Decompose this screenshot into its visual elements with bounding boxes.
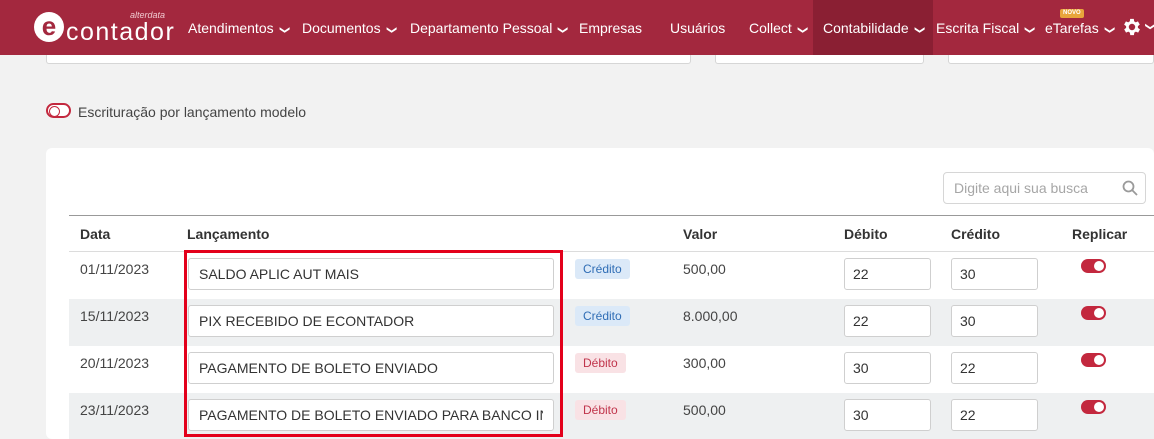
row-valor: 8.000,00	[683, 308, 738, 324]
top-navbar: e alterdata contador Atendimentos ❯ Docum…	[0, 0, 1154, 55]
debito-input[interactable]	[844, 352, 931, 384]
col-header-valor: Valor	[683, 226, 718, 242]
col-header-credito: Crédito	[951, 226, 1000, 242]
table-header-divider	[69, 215, 1154, 216]
lancamento-modelo-label: Escrituração por lançamento modelo	[78, 104, 307, 120]
debito-input[interactable]	[844, 305, 931, 337]
nav-empresas[interactable]: Empresas	[579, 0, 642, 55]
tipo-badge: Débito	[575, 353, 626, 373]
nav-label: Empresas	[579, 20, 643, 36]
lancamento-modelo-toggle[interactable]	[46, 103, 71, 118]
col-header-data: Data	[80, 226, 111, 242]
tipo-badge: Crédito	[575, 306, 630, 326]
econtador-logo[interactable]: e alterdata contador	[34, 10, 174, 46]
novo-badge: NOVO	[1060, 9, 1084, 18]
replicar-toggle[interactable]	[1081, 400, 1106, 414]
credito-input[interactable]	[951, 399, 1038, 431]
replicar-toggle[interactable]	[1081, 353, 1106, 367]
lancamento-input[interactable]	[188, 352, 554, 384]
row-date: 20/11/2023	[80, 355, 150, 371]
nav-usuarios[interactable]: Usuários	[670, 0, 725, 55]
nav-escrita-fiscal[interactable]: Escrita Fiscal ❯	[936, 0, 1035, 55]
lancamento-input[interactable]	[188, 305, 554, 337]
nav-contabilidade[interactable]: Contabilidade ❯	[813, 0, 934, 55]
row-date: 23/11/2023	[80, 402, 150, 418]
debito-input[interactable]	[844, 258, 931, 290]
chevron-down-icon[interactable]: ❯	[1145, 22, 1154, 30]
row-valor: 500,00	[683, 402, 726, 418]
nav-atendimentos[interactable]: Atendimentos ❯	[188, 0, 290, 55]
tipo-badge: Crédito	[575, 259, 630, 279]
lancamento-input[interactable]	[188, 258, 554, 290]
credito-input[interactable]	[951, 305, 1038, 337]
credito-input[interactable]	[951, 258, 1038, 290]
col-header-lancamento: Lançamento	[187, 226, 270, 242]
nav-collect[interactable]: Collect ❯	[749, 0, 808, 55]
nav-departamento-pessoal[interactable]: Departamento Pessoal ❯	[410, 0, 569, 55]
logo-e-icon: e	[34, 12, 64, 42]
nav-documentos[interactable]: Documentos ❯	[302, 0, 397, 55]
row-valor: 500,00	[683, 261, 726, 277]
col-header-replicar: Replicar	[1072, 226, 1128, 242]
search-icon[interactable]	[1122, 180, 1138, 196]
search-input[interactable]	[954, 179, 1114, 197]
debito-input[interactable]	[844, 399, 931, 431]
search-box	[943, 172, 1146, 204]
tipo-badge: Débito	[575, 400, 626, 420]
credito-input[interactable]	[951, 352, 1038, 384]
replicar-toggle[interactable]	[1081, 259, 1106, 273]
row-date: 15/11/2023	[80, 308, 150, 324]
replicar-toggle[interactable]	[1081, 306, 1106, 320]
top-field-1[interactable]	[46, 55, 691, 64]
top-field-3[interactable]	[948, 55, 1154, 64]
nav-label: Usuários	[670, 20, 726, 36]
nav-label: Departamento Pessoal	[410, 20, 553, 36]
row-date: 01/11/2023	[80, 261, 150, 277]
row-valor: 300,00	[683, 355, 726, 371]
top-field-2[interactable]	[715, 55, 924, 64]
lancamento-input[interactable]	[188, 399, 554, 431]
col-header-debito: Débito	[844, 226, 888, 242]
gear-icon[interactable]	[1121, 16, 1143, 38]
logo-text: contador	[66, 18, 176, 46]
